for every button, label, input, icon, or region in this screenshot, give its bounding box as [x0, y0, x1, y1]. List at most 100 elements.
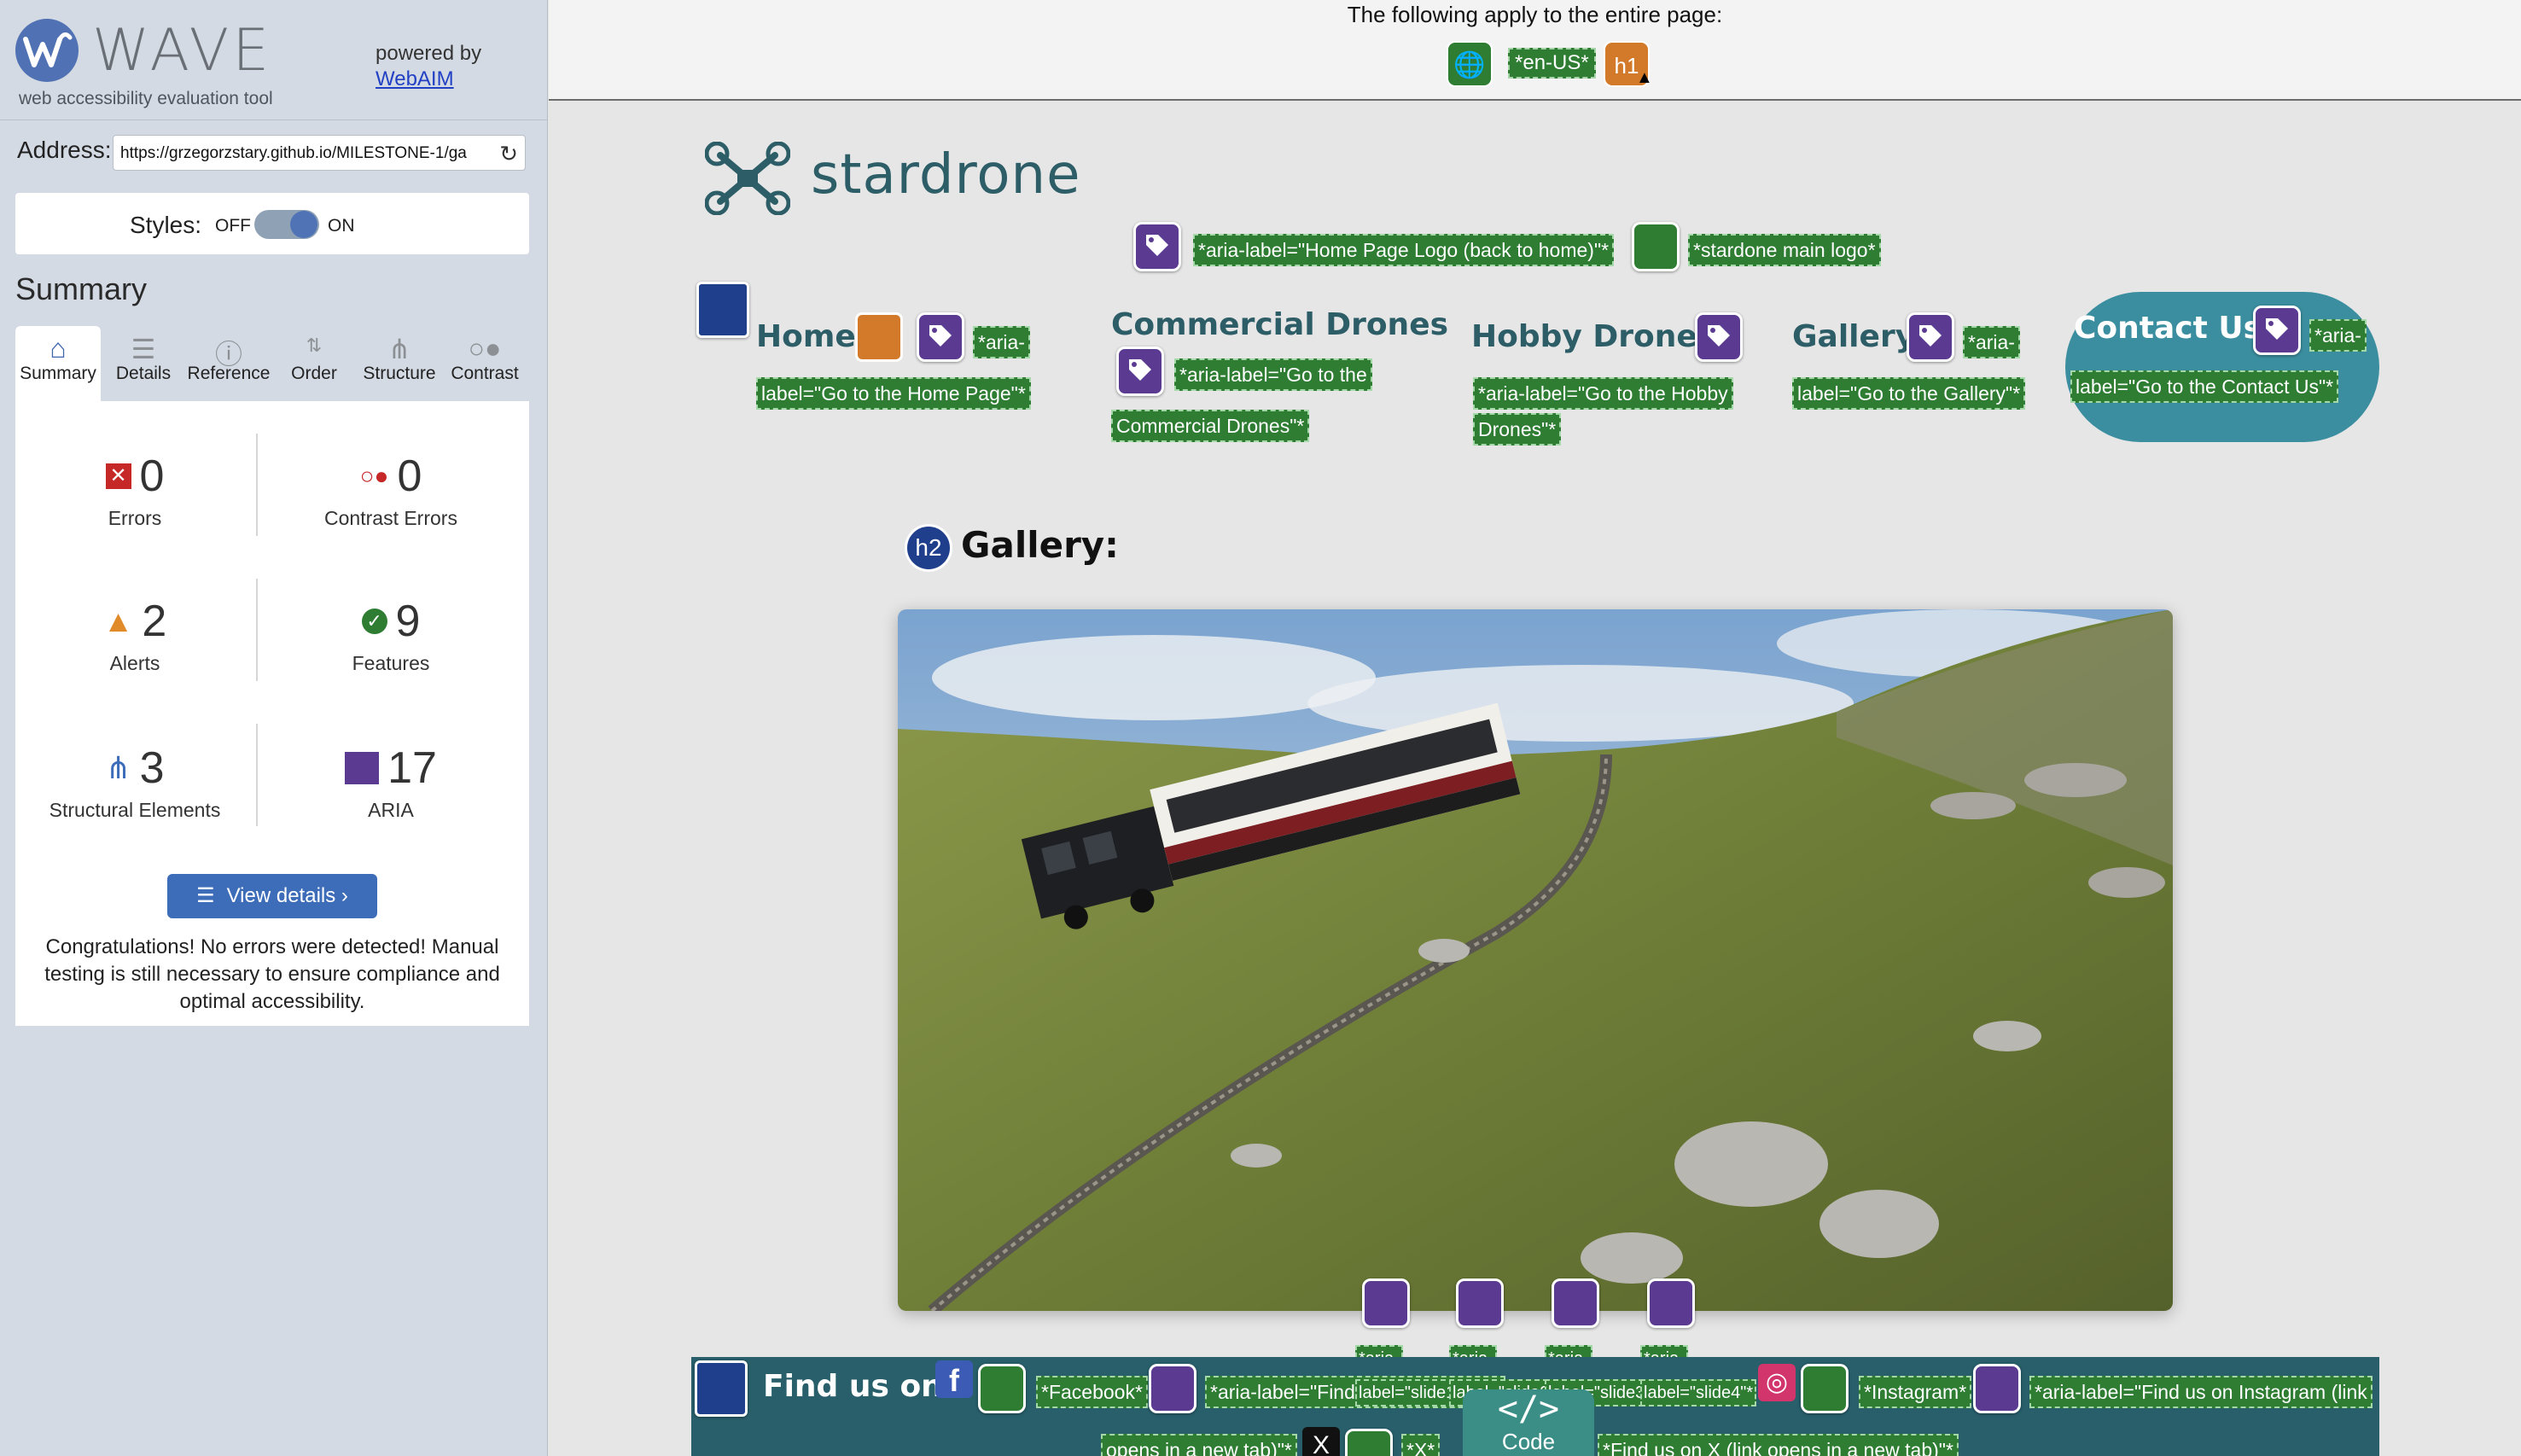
styles-off-label: OFF	[215, 216, 251, 236]
aria-tag-icon[interactable]	[917, 312, 964, 362]
nav-gallery[interactable]: Gallery	[1792, 319, 1915, 354]
link-icon[interactable]	[1801, 1364, 1849, 1413]
footer-structure-icon[interactable]	[695, 1360, 748, 1417]
h2-heading-icon[interactable]: h2	[905, 524, 952, 572]
gallery-heading: Gallery:	[961, 524, 1119, 566]
list-icon: ☰	[131, 334, 156, 364]
stat-errors[interactable]: ✕ 0 Errors	[15, 451, 254, 530]
language-tag: *en-US*	[1508, 48, 1596, 79]
aria-label-tag: label="slide4"*	[1640, 1379, 1757, 1406]
tab-label: Structure	[363, 364, 436, 383]
code-view-tab[interactable]: </> Code	[1463, 1389, 1594, 1456]
tab-structure[interactable]: ⋔ Structure	[357, 326, 442, 401]
stat-contrast-errors[interactable]: ○● 0 Contrast Errors	[271, 451, 510, 530]
drone-logo-icon	[705, 142, 790, 215]
info-icon: ⓘ	[214, 339, 242, 370]
aria-label-tag: *aria-label="Find us on Instagram (link	[2029, 1376, 2373, 1408]
facebook-icon[interactable]: f	[935, 1360, 973, 1398]
aria-label-tag: opens in a new tab)"*	[1101, 1434, 1297, 1456]
nav-home[interactable]: Home	[756, 319, 856, 354]
stat-value: 0	[397, 451, 422, 501]
banner-text: The following apply to the entire page:	[1347, 2, 1723, 27]
aria-tag-icon[interactable]	[1149, 1364, 1196, 1413]
aria-tag-icon[interactable]	[1456, 1278, 1504, 1328]
aria-tag-icon[interactable]	[1695, 312, 1743, 362]
stat-label: Alerts	[109, 652, 160, 674]
aria-tag-icon[interactable]	[2253, 306, 2301, 355]
divider	[256, 579, 258, 681]
x-logo-icon[interactable]: X	[1302, 1427, 1340, 1456]
link-icon[interactable]	[1345, 1429, 1393, 1456]
aria-label-tag: *aria-	[2309, 319, 2367, 352]
nav-hobby-drones[interactable]: Hobby Drones	[1471, 319, 1715, 354]
link-icon[interactable]	[978, 1364, 1026, 1413]
summary-panel: ✕ 0 Errors ○● 0 Contrast Errors ▲ 2 Alerts …	[15, 401, 529, 1026]
warning-triangle-icon: ▲	[1636, 68, 1653, 87]
linked-image-icon[interactable]	[1632, 222, 1680, 271]
aria-label-tag: Drones"*	[1473, 413, 1562, 446]
language-globe-icon[interactable]: 🌐	[1447, 41, 1493, 87]
site-logo-text[interactable]: stardrone	[811, 143, 1080, 207]
stat-alerts[interactable]: ▲ 2 Alerts	[15, 596, 254, 675]
stat-value: 17	[387, 743, 437, 793]
stat-label: Features	[352, 652, 430, 674]
aria-tag-icon[interactable]	[1116, 347, 1164, 396]
wave-logo-subtitle: web accessibility evaluation tool	[19, 89, 273, 108]
styles-toggle-panel: Styles: OFF ON	[15, 193, 529, 254]
toggle-knob	[290, 211, 317, 238]
stat-aria[interactable]: 17 ARIA	[271, 743, 510, 822]
home-icon: ⌂	[49, 333, 67, 364]
structure-icon: ⋔	[387, 334, 411, 364]
nav-contact-us[interactable]: Contact Us!	[2074, 311, 2275, 346]
aria-label-tag: *Find us on X (link opens in a new tab)"…	[1598, 1434, 1959, 1456]
aria-tag-icon[interactable]	[1647, 1278, 1695, 1328]
styles-on-label: ON	[328, 216, 355, 236]
stat-value: 0	[139, 451, 165, 501]
view-details-button[interactable]: ☰ View details ›	[167, 874, 377, 918]
tab-label: Order	[291, 364, 337, 383]
address-input[interactable]: https://grzegorzstary.github.io/MILESTON…	[113, 135, 526, 171]
tab-label: Summary	[20, 364, 96, 383]
tab-reference[interactable]: ⓘ Reference	[186, 326, 271, 401]
nav-commercial-drones[interactable]: Commercial Drones	[1111, 307, 1448, 342]
stat-value: 9	[395, 597, 421, 646]
feature-icon: ✓	[361, 609, 387, 634]
divider	[256, 724, 258, 826]
tab-contrast[interactable]: ○● Contrast	[442, 326, 527, 401]
wave-tabs: ⌂ Summary ☰ Details ⓘ Reference ⇅ Order …	[15, 326, 529, 401]
webaim-link[interactable]: WebAIM	[376, 67, 481, 92]
wave-sidebar: WAVE web accessibility evaluation tool p…	[0, 0, 548, 1456]
aria-tag-icon[interactable]	[1907, 312, 1954, 362]
aria-tag-icon[interactable]	[1362, 1278, 1410, 1328]
tab-order[interactable]: ⇅ Order	[271, 326, 357, 401]
wave-logo-icon	[15, 19, 79, 82]
tab-label: Details	[115, 364, 172, 383]
aria-label-tag: Commercial Drones"*	[1111, 410, 1310, 442]
address-value: https://grzegorzstary.github.io/MILESTON…	[120, 144, 467, 162]
navigation-structure-icon[interactable]	[696, 282, 749, 338]
styles-toggle[interactable]	[254, 210, 319, 239]
divider	[256, 434, 258, 536]
aria-label-tag: *Facebook*	[1036, 1376, 1148, 1408]
aria-tag-icon[interactable]	[1552, 1278, 1599, 1328]
powered-by: powered by WebAIM	[376, 41, 481, 92]
error-icon: ✕	[105, 463, 131, 489]
stat-features[interactable]: ✓ 9 Features	[271, 596, 510, 675]
tab-label: Contrast	[451, 364, 519, 383]
reload-icon[interactable]: ↻	[499, 141, 518, 167]
aria-label-tag: *Instagram*	[1859, 1376, 1972, 1408]
view-details-label: View details ›	[226, 884, 348, 907]
aria-tag-icon[interactable]	[1973, 1364, 2021, 1413]
contrast-error-icon: ○●	[359, 463, 389, 489]
redundant-link-alert-icon[interactable]	[855, 312, 903, 362]
aria-label-tag: *aria-label="Go to the	[1174, 358, 1372, 391]
instagram-icon[interactable]: ◎	[1758, 1364, 1796, 1401]
tab-details[interactable]: ☰ Details	[101, 326, 186, 401]
wave-logo-text: WAVE	[92, 17, 273, 84]
aria-tag-icon[interactable]	[1133, 222, 1181, 271]
stat-value: 3	[139, 743, 165, 793]
stat-structural[interactable]: ⋔ 3 Structural Elements	[15, 743, 254, 822]
stat-label: Contrast Errors	[324, 507, 457, 529]
tab-summary[interactable]: ⌂ Summary	[15, 326, 101, 401]
styles-label: Styles:	[130, 212, 202, 238]
